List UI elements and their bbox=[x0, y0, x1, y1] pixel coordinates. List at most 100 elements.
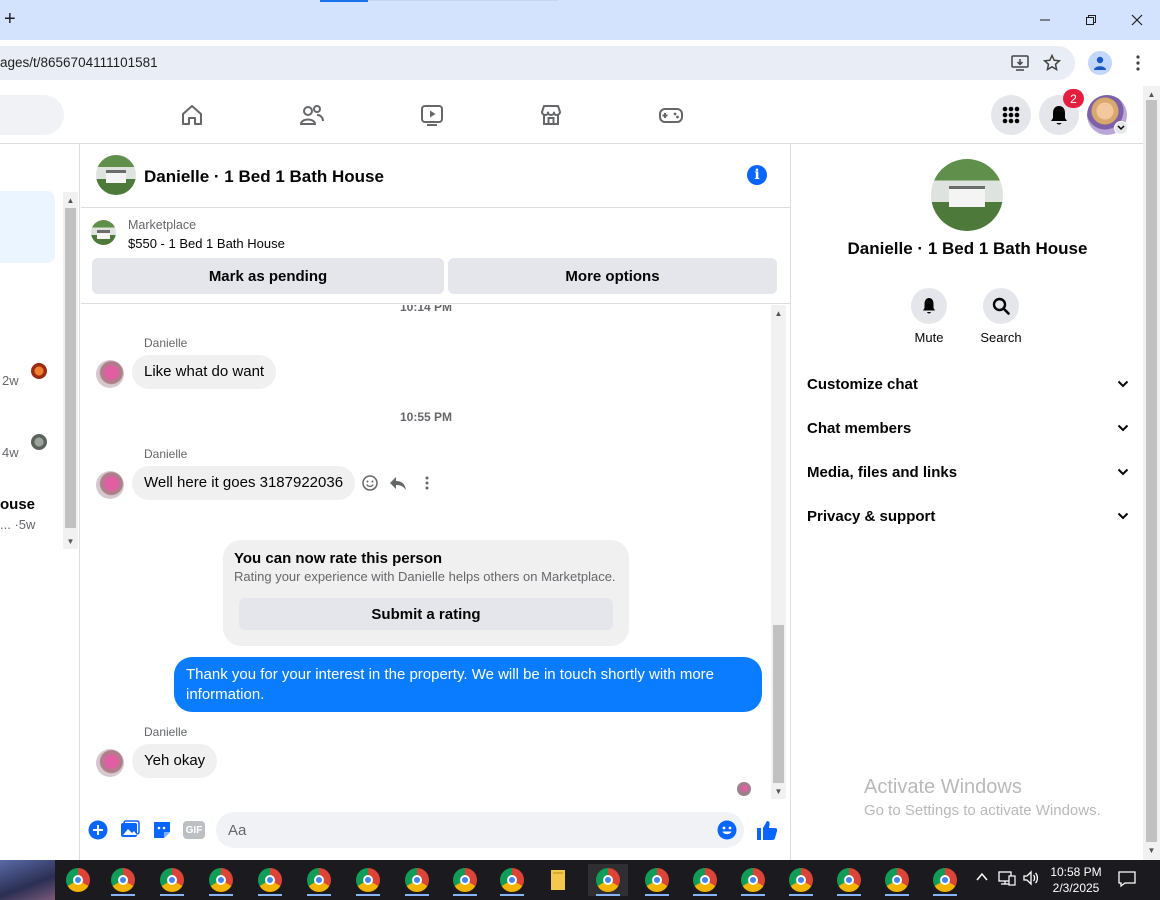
omnibox[interactable] bbox=[0, 46, 1075, 80]
taskbar-chrome-app[interactable] bbox=[733, 864, 773, 896]
taskbar-chrome-app[interactable] bbox=[299, 864, 339, 896]
close-window-button[interactable] bbox=[1122, 8, 1152, 32]
profile-icon[interactable] bbox=[1088, 51, 1112, 75]
video-icon[interactable] bbox=[418, 101, 446, 129]
rating-prompt-subtitle: Rating your experience with Danielle hel… bbox=[234, 569, 616, 584]
submit-rating-button[interactable]: Submit a rating bbox=[239, 598, 613, 630]
scroll-up-arrow[interactable]: ▲ bbox=[63, 196, 78, 205]
taskbar-chrome-app[interactable] bbox=[397, 864, 437, 896]
bookmark-star-icon[interactable] bbox=[1040, 51, 1064, 75]
windows-taskbar: 10:58 PM 2/3/2025 bbox=[0, 860, 1160, 900]
taskbar-chrome-app[interactable] bbox=[877, 864, 917, 896]
network-icon[interactable] bbox=[998, 870, 1016, 889]
browser-menu-icon[interactable] bbox=[1126, 51, 1150, 75]
taskbar-chrome-app[interactable] bbox=[103, 864, 143, 896]
minimize-button[interactable] bbox=[1030, 8, 1060, 32]
menu-grid-button[interactable] bbox=[991, 95, 1031, 135]
mute-button[interactable]: Mute bbox=[904, 288, 954, 345]
plus-circle-icon[interactable] bbox=[88, 820, 108, 840]
photo-icon[interactable] bbox=[120, 820, 140, 840]
taskbar-chrome-app[interactable] bbox=[925, 864, 965, 896]
home-icon[interactable] bbox=[178, 101, 206, 129]
sender-avatar[interactable] bbox=[96, 360, 124, 388]
message-input[interactable] bbox=[216, 812, 744, 848]
mark-as-pending-button[interactable]: Mark as pending bbox=[92, 258, 444, 294]
conversation-large-avatar[interactable] bbox=[931, 159, 1003, 231]
conversation-title[interactable]: Danielle · 1 Bed 1 Bath House bbox=[144, 167, 384, 187]
taskbar-file-explorer[interactable] bbox=[538, 864, 578, 896]
taskbar-chrome-app[interactable] bbox=[152, 864, 192, 896]
chat-list: 2w 4w ouse ... ·5w ▲ ▼ bbox=[0, 144, 80, 860]
taskbar-chrome-app[interactable] bbox=[445, 864, 485, 896]
taskbar-chrome-app[interactable] bbox=[637, 864, 677, 896]
reply-icon[interactable] bbox=[388, 473, 408, 493]
listing-title[interactable]: $550 - 1 Bed 1 Bath House bbox=[128, 236, 285, 251]
more-options-button[interactable]: More options bbox=[448, 258, 777, 294]
new-tab-button[interactable]: + bbox=[4, 8, 24, 32]
taskbar-chrome-app[interactable] bbox=[781, 864, 821, 896]
chat-list-item-title[interactable]: ouse bbox=[0, 496, 35, 513]
facebook-search-input[interactable] bbox=[0, 95, 64, 135]
chevron-down-icon bbox=[1117, 424, 1129, 432]
address-bar: ages/t/8656704111101581 bbox=[0, 40, 1160, 86]
message-timestamp: 10:14 PM bbox=[399, 305, 453, 314]
account-chevron-down-icon[interactable] bbox=[1114, 121, 1128, 135]
privacy-support-section[interactable]: Privacy & support bbox=[807, 508, 1129, 528]
scroll-up-arrow[interactable]: ▲ bbox=[771, 309, 786, 318]
scroll-down-arrow[interactable]: ▼ bbox=[771, 787, 786, 796]
emoji-icon[interactable] bbox=[717, 820, 737, 840]
incoming-message[interactable]: Well here it goes 3187922036 bbox=[132, 466, 356, 500]
chat-list-item-avatar[interactable] bbox=[31, 363, 47, 379]
taskbar-chrome-app-focused[interactable] bbox=[588, 864, 628, 896]
more-actions-icon[interactable] bbox=[417, 473, 437, 493]
maximize-button[interactable] bbox=[1076, 8, 1106, 32]
search-conversation-button[interactable]: Search bbox=[976, 288, 1026, 345]
chrome-icon bbox=[209, 868, 233, 892]
section-label: Customize chat bbox=[807, 376, 918, 393]
scroll-down-arrow[interactable]: ▼ bbox=[63, 537, 78, 546]
gif-icon[interactable]: GIF bbox=[183, 820, 205, 840]
chrome-icon bbox=[741, 868, 765, 892]
sender-avatar[interactable] bbox=[96, 471, 124, 499]
page-scroll-thumb[interactable] bbox=[1146, 100, 1157, 842]
media-files-links-section[interactable]: Media, files and links bbox=[807, 464, 1129, 484]
taskbar-chrome-app[interactable] bbox=[201, 864, 241, 896]
chevron-down-icon bbox=[1117, 512, 1129, 520]
conversation-avatar[interactable] bbox=[96, 155, 136, 195]
friends-icon[interactable] bbox=[298, 101, 326, 129]
taskbar-chrome-app[interactable] bbox=[250, 864, 290, 896]
tray-chevron-up-icon[interactable] bbox=[975, 870, 989, 887]
message-scroll-thumb[interactable] bbox=[773, 625, 784, 783]
notification-center-icon[interactable] bbox=[1118, 870, 1136, 891]
url-text[interactable]: ages/t/8656704111101581 bbox=[0, 55, 158, 70]
react-emoji-icon[interactable] bbox=[360, 473, 380, 493]
chat-list-item-avatar[interactable] bbox=[31, 434, 47, 450]
scroll-down-arrow[interactable]: ▼ bbox=[1144, 846, 1159, 855]
incoming-message[interactable]: Yeh okay bbox=[132, 744, 218, 778]
taskbar-chrome-app[interactable] bbox=[58, 864, 98, 896]
chrome-icon bbox=[160, 868, 184, 892]
volume-icon[interactable] bbox=[1022, 870, 1040, 889]
chat-list-item-selected[interactable] bbox=[0, 191, 55, 263]
listing-thumbnail[interactable] bbox=[91, 220, 116, 245]
taskbar-chrome-app[interactable] bbox=[348, 864, 388, 896]
chat-list-scroll-thumb[interactable] bbox=[65, 208, 76, 528]
sender-avatar[interactable] bbox=[96, 749, 124, 777]
chrome-icon bbox=[258, 868, 282, 892]
gaming-icon[interactable] bbox=[657, 101, 685, 129]
outgoing-message[interactable]: Thank you for your interest in the prope… bbox=[174, 657, 762, 712]
marketplace-listing-bar: Marketplace $550 - 1 Bed 1 Bath House Ma… bbox=[81, 208, 790, 304]
like-thumb-icon[interactable] bbox=[756, 820, 778, 840]
info-icon[interactable]: i bbox=[747, 165, 767, 185]
taskbar-chrome-app[interactable] bbox=[829, 864, 869, 896]
taskbar-chrome-app[interactable] bbox=[492, 864, 532, 896]
taskbar-chrome-app[interactable] bbox=[685, 864, 725, 896]
customize-chat-section[interactable]: Customize chat bbox=[807, 376, 1129, 396]
chat-members-section[interactable]: Chat members bbox=[807, 420, 1129, 440]
incoming-message[interactable]: Like what do want bbox=[132, 355, 277, 389]
sticker-icon[interactable] bbox=[152, 820, 172, 840]
scroll-up-arrow[interactable]: ▲ bbox=[1144, 90, 1159, 99]
marketplace-icon[interactable] bbox=[537, 101, 565, 129]
taskbar-clock[interactable]: 10:58 PM 2/3/2025 bbox=[1048, 864, 1104, 896]
install-app-icon[interactable] bbox=[1008, 51, 1032, 75]
